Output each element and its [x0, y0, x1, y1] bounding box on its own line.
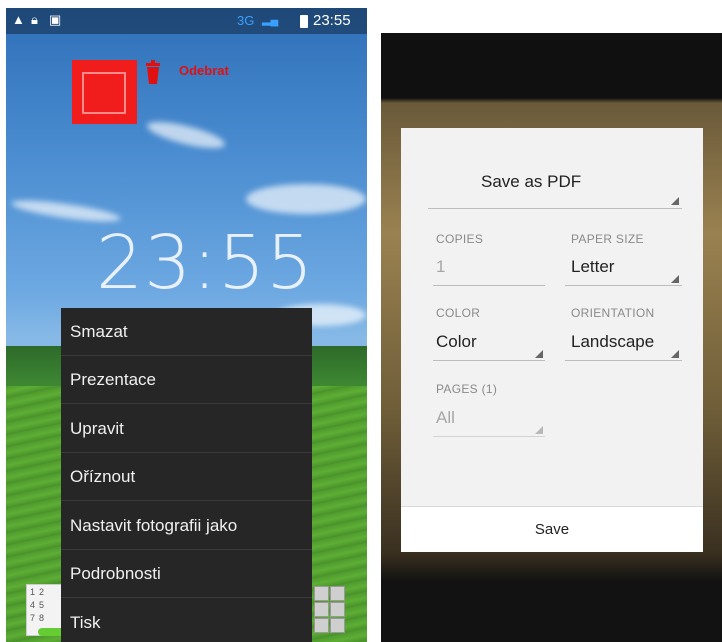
divider	[565, 360, 682, 361]
trash-icon[interactable]	[145, 60, 161, 84]
dial-digit: 2	[39, 587, 45, 597]
pages-label: PAGES (1)	[436, 382, 498, 396]
copies-input[interactable]: 1	[436, 257, 445, 277]
paper-size-label: PAPER SIZE	[571, 232, 644, 246]
divider	[433, 285, 545, 286]
color-select[interactable]: Color	[436, 332, 477, 352]
menu-item-details[interactable]: Podrobnosti	[61, 550, 312, 598]
dropdown-arrow-icon	[671, 350, 679, 358]
left-phone-screen: ▲ 🔒︎ ▣ 3G ▂▄ 23:55 Odebrat 23:55 1 2 4 5…	[6, 8, 367, 642]
menu-item-crop[interactable]: Oříznout	[61, 453, 312, 501]
orientation-label: ORIENTATION	[571, 306, 655, 320]
cloud	[145, 116, 227, 154]
menu-item-slideshow[interactable]: Prezentace	[61, 356, 312, 404]
divider	[433, 436, 545, 437]
dial-digit: 7	[30, 613, 36, 623]
menu-item-print[interactable]: Tisk	[61, 599, 312, 642]
menu-item-delete[interactable]: Smazat	[61, 308, 312, 356]
divider	[565, 285, 682, 286]
signal-icon: ▂▄	[262, 14, 279, 26]
cloud	[246, 184, 366, 214]
context-menu: Smazat Prezentace Upravit Oříznout Nasta…	[61, 308, 312, 642]
color-label: COLOR	[436, 306, 481, 320]
copies-label: COPIES	[436, 232, 484, 246]
menu-item-edit[interactable]: Upravit	[61, 405, 312, 453]
lockscreen-clock: 23:55	[96, 220, 315, 306]
dropdown-arrow-icon	[535, 350, 543, 358]
pages-select[interactable]: All	[436, 408, 455, 428]
status-time: 23:55	[313, 12, 351, 29]
dropdown-arrow-icon	[671, 275, 679, 283]
dropdown-arrow-icon	[671, 197, 679, 205]
print-dialog: Save as PDF COPIES 1 PAPER SIZE Letter C…	[401, 128, 703, 552]
status-bar: ▲ 🔒︎ ▣ 3G ▂▄ 23:55	[6, 8, 367, 34]
divider	[433, 360, 545, 361]
remove-label: Odebrat	[179, 63, 229, 78]
printer-select[interactable]: Save as PDF	[481, 172, 581, 192]
paper-size-select[interactable]: Letter	[571, 257, 614, 277]
dial-digit: 5	[39, 600, 45, 610]
dial-digit: 1	[30, 587, 36, 597]
image-icon: ▣	[49, 12, 62, 27]
dial-digit: 8	[39, 613, 45, 623]
dialog-footer: Save	[401, 506, 703, 552]
right-phone-screen: Save as PDF COPIES 1 PAPER SIZE Letter C…	[381, 33, 722, 642]
warning-icon: ▲	[12, 12, 25, 27]
drag-thumbnail[interactable]	[72, 60, 137, 124]
battery-icon	[300, 15, 308, 28]
menu-item-set-as[interactable]: Nastavit fotografii jako	[61, 502, 312, 550]
divider	[428, 208, 682, 209]
orientation-select[interactable]: Landscape	[571, 332, 654, 352]
lock-icon: 🔒︎	[31, 12, 38, 27]
dial-digit: 4	[30, 600, 36, 610]
camera-grid-icon[interactable]	[314, 586, 345, 633]
network-type: 3G	[237, 13, 255, 28]
save-button[interactable]: Save	[401, 507, 703, 552]
dropdown-arrow-icon	[535, 426, 543, 434]
